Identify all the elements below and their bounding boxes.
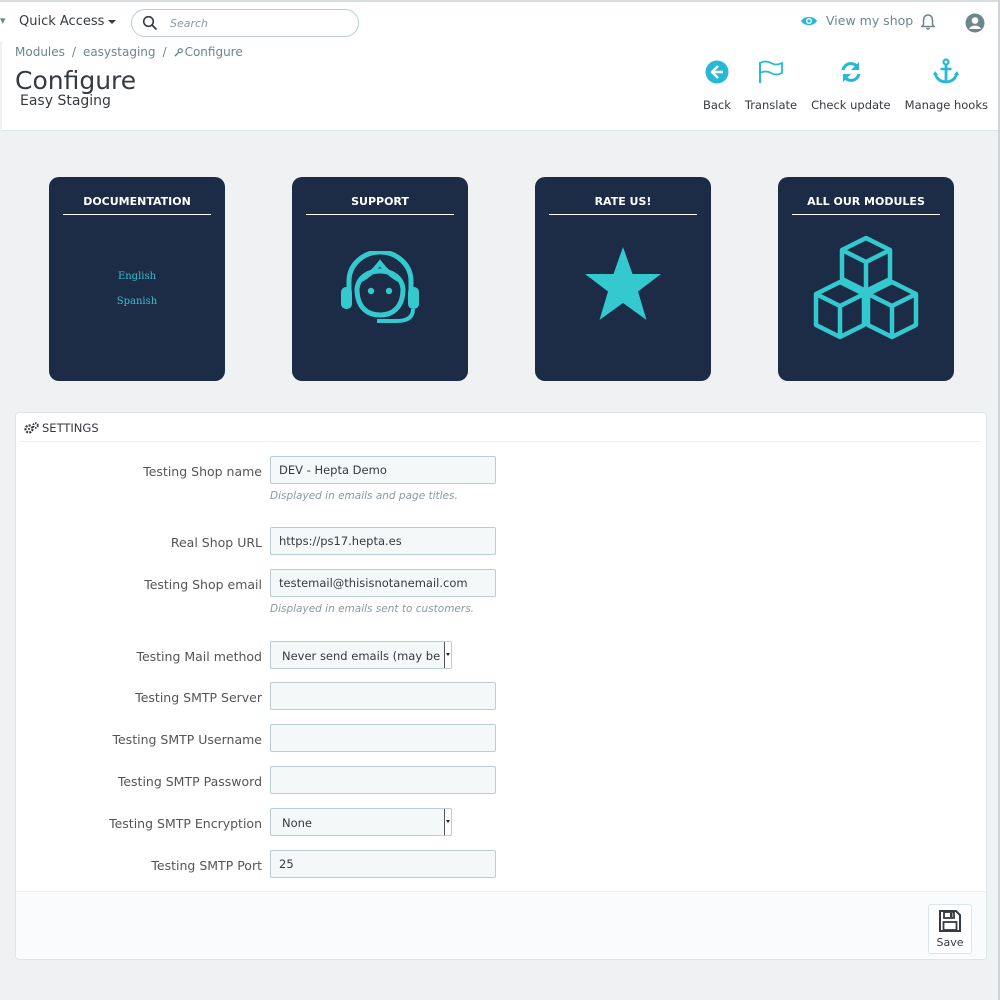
help-text: Displayed in emails sent to customers. — [270, 603, 475, 615]
cogs-icon — [24, 422, 39, 434]
testing-mail-method-select[interactable]: Never send emails (may be usef — [270, 641, 452, 669]
view-my-shop-link[interactable]: View my shop — [800, 13, 913, 28]
panel-header: SETTINGS — [24, 421, 99, 435]
testing-smtp-encryption-select[interactable]: None — [270, 808, 452, 836]
card-support[interactable]: SUPPORT — [292, 177, 468, 381]
real-shop-url-input[interactable] — [270, 527, 496, 555]
account-icon[interactable] — [965, 13, 985, 33]
doc-link-english[interactable]: English — [49, 271, 225, 282]
quick-access-dropdown[interactable]: Quick Access — [19, 14, 117, 29]
field-label: Testing Shop email — [144, 577, 262, 592]
manage-hooks-button[interactable]: Manage hooks — [905, 58, 988, 112]
select-value: None — [282, 816, 313, 830]
card-title: RATE US! — [549, 195, 697, 215]
testing-smtp-password-input[interactable] — [270, 766, 496, 794]
view-my-shop-label: View my shop — [826, 13, 914, 28]
field-label: Testing SMTP Encryption — [109, 816, 262, 831]
page-title: Configure — [15, 66, 137, 95]
floppy-disk-icon — [939, 910, 961, 932]
testing-smtp-server-input[interactable] — [270, 682, 496, 710]
field-label: Testing Mail method — [136, 649, 262, 664]
card-title: SUPPORT — [306, 195, 454, 215]
settings-panel: SETTINGS Testing Shop name Displayed in … — [15, 412, 987, 960]
star-icon — [585, 247, 661, 320]
back-label: Back — [702, 98, 731, 112]
card-title: DOCUMENTATION — [63, 195, 211, 215]
select-arrow-icon — [444, 809, 451, 835]
testing-shop-name-input[interactable] — [270, 456, 496, 484]
arrow-left-circle-icon — [705, 60, 729, 84]
cubes-icon — [813, 235, 919, 340]
field-label: Testing SMTP Server — [135, 690, 262, 705]
translate-button[interactable]: Translate — [745, 58, 797, 112]
wrench-icon — [173, 48, 183, 57]
select-arrow-icon — [444, 642, 451, 668]
card-title: ALL OUR MODULES — [792, 195, 940, 215]
search-input[interactable] — [170, 14, 350, 32]
search-box[interactable] — [131, 9, 359, 37]
card-all-our-modules[interactable]: ALL OUR MODULES — [778, 177, 954, 381]
save-label: Save — [936, 936, 964, 949]
collapse-arrow-icon[interactable]: ▾ — [0, 14, 6, 27]
check-update-label: Check update — [811, 98, 891, 112]
field-label: Testing SMTP Password — [117, 774, 262, 789]
breadcrumb-item-configure: Configure — [184, 45, 243, 59]
breadcrumb: Modules / easystaging / Configure — [15, 45, 243, 59]
doc-links: English Spanish — [49, 271, 225, 321]
back-button[interactable]: Back — [703, 58, 731, 112]
field-label: Testing SMTP Username — [112, 732, 262, 747]
field-label: Real Shop URL — [170, 535, 262, 550]
panel-footer: Save — [16, 891, 986, 959]
manage-hooks-label: Manage hooks — [904, 98, 988, 112]
doc-link-spanish[interactable]: Spanish — [49, 296, 225, 307]
flag-icon — [758, 60, 783, 83]
page-subtitle: Easy Staging — [20, 93, 111, 109]
save-button[interactable]: Save — [928, 904, 972, 954]
translate-label: Translate — [744, 98, 798, 112]
testing-smtp-username-input[interactable] — [270, 724, 496, 752]
bell-icon[interactable] — [920, 13, 936, 31]
anchor-icon — [933, 58, 960, 84]
quick-access-label: Quick Access — [19, 14, 105, 29]
card-rate-us[interactable]: RATE US! — [535, 177, 711, 381]
help-text: Displayed in emails and page titles. — [270, 490, 458, 502]
eye-icon — [801, 16, 817, 25]
page-header: Modules / easystaging / Configure Configure … — [2, 42, 1000, 131]
field-label: Testing SMTP Port — [151, 858, 262, 873]
headset-icon — [341, 251, 419, 323]
refresh-icon — [841, 62, 861, 82]
top-bar: ▾ Quick Access View my shop — [0, 0, 1000, 42]
testing-smtp-port-input[interactable] — [270, 850, 496, 878]
toolbar: Back Translate Check update Manage hooks — [703, 58, 1000, 112]
card-documentation: DOCUMENTATION English Spanish — [49, 177, 225, 381]
breadcrumb-item-modules[interactable]: Modules — [15, 45, 65, 59]
check-update-button[interactable]: Check update — [811, 58, 891, 112]
field-label: Testing Shop name — [143, 464, 262, 479]
panel-title: SETTINGS — [42, 421, 99, 435]
testing-shop-email-input[interactable] — [270, 569, 496, 597]
select-value: Never send emails (may be usef — [282, 649, 452, 663]
search-icon[interactable] — [142, 15, 158, 31]
caret-down-icon — [108, 19, 117, 24]
breadcrumb-item-easystaging[interactable]: easystaging — [83, 45, 156, 59]
